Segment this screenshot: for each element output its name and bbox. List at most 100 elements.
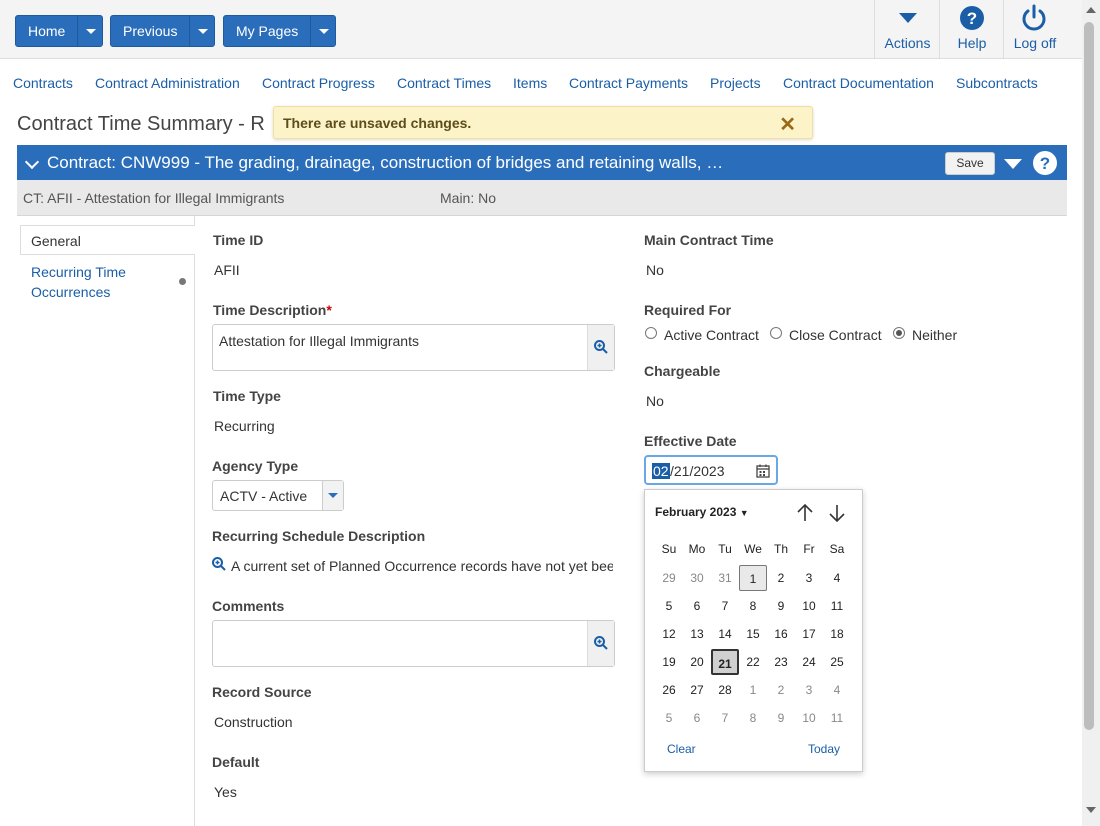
calendar-day[interactable]: 3 xyxy=(795,677,823,703)
tab-recurring-time-occurrences[interactable]: Recurring Time Occurrences xyxy=(31,262,171,302)
home-button[interactable]: Home xyxy=(16,16,77,46)
logoff-button[interactable]: Log off xyxy=(1003,0,1066,58)
calendar-day[interactable]: 7 xyxy=(711,705,739,731)
calendar-day[interactable]: 2 xyxy=(767,677,795,703)
calendar-day[interactable]: 8 xyxy=(739,705,767,731)
contract-header-title[interactable]: Contract: CNW999 - The grading, drainage… xyxy=(47,153,723,173)
nav-contracts[interactable]: Contracts xyxy=(13,75,73,91)
nav-projects[interactable]: Projects xyxy=(710,75,761,91)
effective-date-input[interactable]: 02 /21/2023 xyxy=(644,455,778,485)
scroll-down-icon[interactable] xyxy=(1086,807,1096,813)
caret-down-icon[interactable] xyxy=(1004,159,1022,171)
calendar-icon[interactable] xyxy=(756,464,770,478)
calendar-day[interactable]: 7 xyxy=(711,593,739,619)
calendar-day[interactable]: 1 xyxy=(739,677,767,703)
chevron-down-icon[interactable] xyxy=(24,154,40,170)
calendar-day[interactable]: 27 xyxy=(683,677,711,703)
calendar-day[interactable]: 13 xyxy=(683,621,711,647)
nav-items[interactable]: Items xyxy=(513,75,547,91)
calendar-day[interactable]: 26 xyxy=(655,677,683,703)
calendar-day[interactable]: 3 xyxy=(795,565,823,591)
mypages-button-group[interactable]: My Pages xyxy=(223,15,337,47)
arrow-up-icon[interactable] xyxy=(796,503,814,523)
calendar-day[interactable]: 16 xyxy=(767,621,795,647)
close-icon[interactable]: ✕ xyxy=(779,112,796,137)
actions-button[interactable]: Actions xyxy=(874,0,940,58)
nav-subcontracts[interactable]: Subcontracts xyxy=(956,75,1038,91)
time-id-value: AFII xyxy=(214,262,240,278)
calendar-day[interactable]: 14 xyxy=(711,621,739,647)
sidebar: General Recurring Time Occurrences xyxy=(17,216,195,826)
home-dropdown-caret[interactable] xyxy=(77,16,103,46)
scrollbar-thumb[interactable] xyxy=(1084,22,1094,730)
calendar-day[interactable]: 17 xyxy=(795,621,823,647)
calendar-day[interactable]: 12 xyxy=(655,621,683,647)
calendar-day[interactable]: 10 xyxy=(795,705,823,731)
calendar-day[interactable]: 30 xyxy=(683,565,711,591)
calendar-today-button[interactable]: Today xyxy=(808,742,840,756)
radio-close-contract[interactable] xyxy=(770,327,782,339)
calendar-day[interactable]: 25 xyxy=(823,649,851,675)
mypages-dropdown-caret[interactable] xyxy=(310,16,336,46)
calendar-day[interactable]: 22 xyxy=(739,649,767,675)
help-icon[interactable]: ? xyxy=(1032,150,1058,176)
arrow-down-icon[interactable] xyxy=(828,503,846,523)
calendar-day[interactable]: 23 xyxy=(767,649,795,675)
calendar-day[interactable]: 6 xyxy=(683,705,711,731)
calendar-clear-button[interactable]: Clear xyxy=(667,742,696,756)
calendar-day[interactable]: 5 xyxy=(655,705,683,731)
zoom-button[interactable] xyxy=(587,325,614,370)
nav-contract-documentation[interactable]: Contract Documentation xyxy=(783,75,934,91)
calendar-day[interactable]: 29 xyxy=(655,565,683,591)
nav-contract-times[interactable]: Contract Times xyxy=(397,75,491,91)
previous-button[interactable]: Previous xyxy=(111,16,189,46)
agency-type-select[interactable]: ACTV - Active xyxy=(212,480,344,511)
default-value: Yes xyxy=(214,784,237,800)
scroll-up-icon[interactable] xyxy=(1086,7,1096,13)
calendar-day[interactable]: 24 xyxy=(795,649,823,675)
calendar-day[interactable]: 9 xyxy=(767,705,795,731)
chevron-down-icon[interactable] xyxy=(322,481,343,510)
calendar-weekday-header: Fr xyxy=(803,542,815,556)
previous-button-group[interactable]: Previous xyxy=(110,15,216,47)
nav-contract-payments[interactable]: Contract Payments xyxy=(569,75,688,91)
nav-contract-progress[interactable]: Contract Progress xyxy=(262,75,375,91)
calendar-month-selector[interactable]: February 2023 ▼ xyxy=(655,505,749,519)
default-label: Default xyxy=(212,754,260,770)
calendar-day[interactable]: 28 xyxy=(711,677,739,703)
modified-indicator-dot xyxy=(179,278,186,285)
calendar-day[interactable]: 10 xyxy=(795,593,823,619)
calendar-day[interactable]: 2 xyxy=(767,565,795,591)
calendar-day[interactable]: 6 xyxy=(683,593,711,619)
help-button[interactable]: ? Help xyxy=(939,0,1004,58)
calendar-day[interactable]: 21 xyxy=(711,649,739,675)
nav-contract-administration[interactable]: Contract Administration xyxy=(95,75,240,91)
calendar-day[interactable]: 19 xyxy=(655,649,683,675)
calendar-day[interactable]: 5 xyxy=(655,593,683,619)
previous-dropdown-caret[interactable] xyxy=(189,16,215,46)
mypages-button[interactable]: My Pages xyxy=(224,16,310,46)
calendar-day[interactable]: 20 xyxy=(683,649,711,675)
comments-field[interactable] xyxy=(212,620,615,667)
zoom-icon[interactable] xyxy=(212,557,226,571)
calendar-day[interactable]: 31 xyxy=(711,565,739,591)
radio-neither[interactable] xyxy=(893,327,905,339)
calendar-day[interactable]: 4 xyxy=(823,565,851,591)
recurring-schedule-description-value: A current set of Planned Occurrence reco… xyxy=(231,558,613,574)
calendar-day[interactable]: 11 xyxy=(823,705,851,731)
recurring-schedule-description-label: Recurring Schedule Description xyxy=(212,528,426,544)
calendar-day[interactable]: 1 xyxy=(739,565,767,591)
home-button-group[interactable]: Home xyxy=(15,15,104,47)
tab-general[interactable]: General xyxy=(20,225,195,255)
time-id-label: Time ID xyxy=(213,232,264,248)
calendar-day[interactable]: 11 xyxy=(823,593,851,619)
save-button[interactable]: Save xyxy=(945,152,995,175)
calendar-day[interactable]: 18 xyxy=(823,621,851,647)
calendar-day[interactable]: 15 xyxy=(739,621,767,647)
zoom-button[interactable] xyxy=(587,621,614,666)
calendar-day[interactable]: 9 xyxy=(767,593,795,619)
calendar-day[interactable]: 8 xyxy=(739,593,767,619)
time-description-field[interactable]: Attestation for Illegal Immigrants xyxy=(212,324,615,371)
radio-active-contract[interactable] xyxy=(645,327,657,339)
calendar-day[interactable]: 4 xyxy=(823,677,851,703)
